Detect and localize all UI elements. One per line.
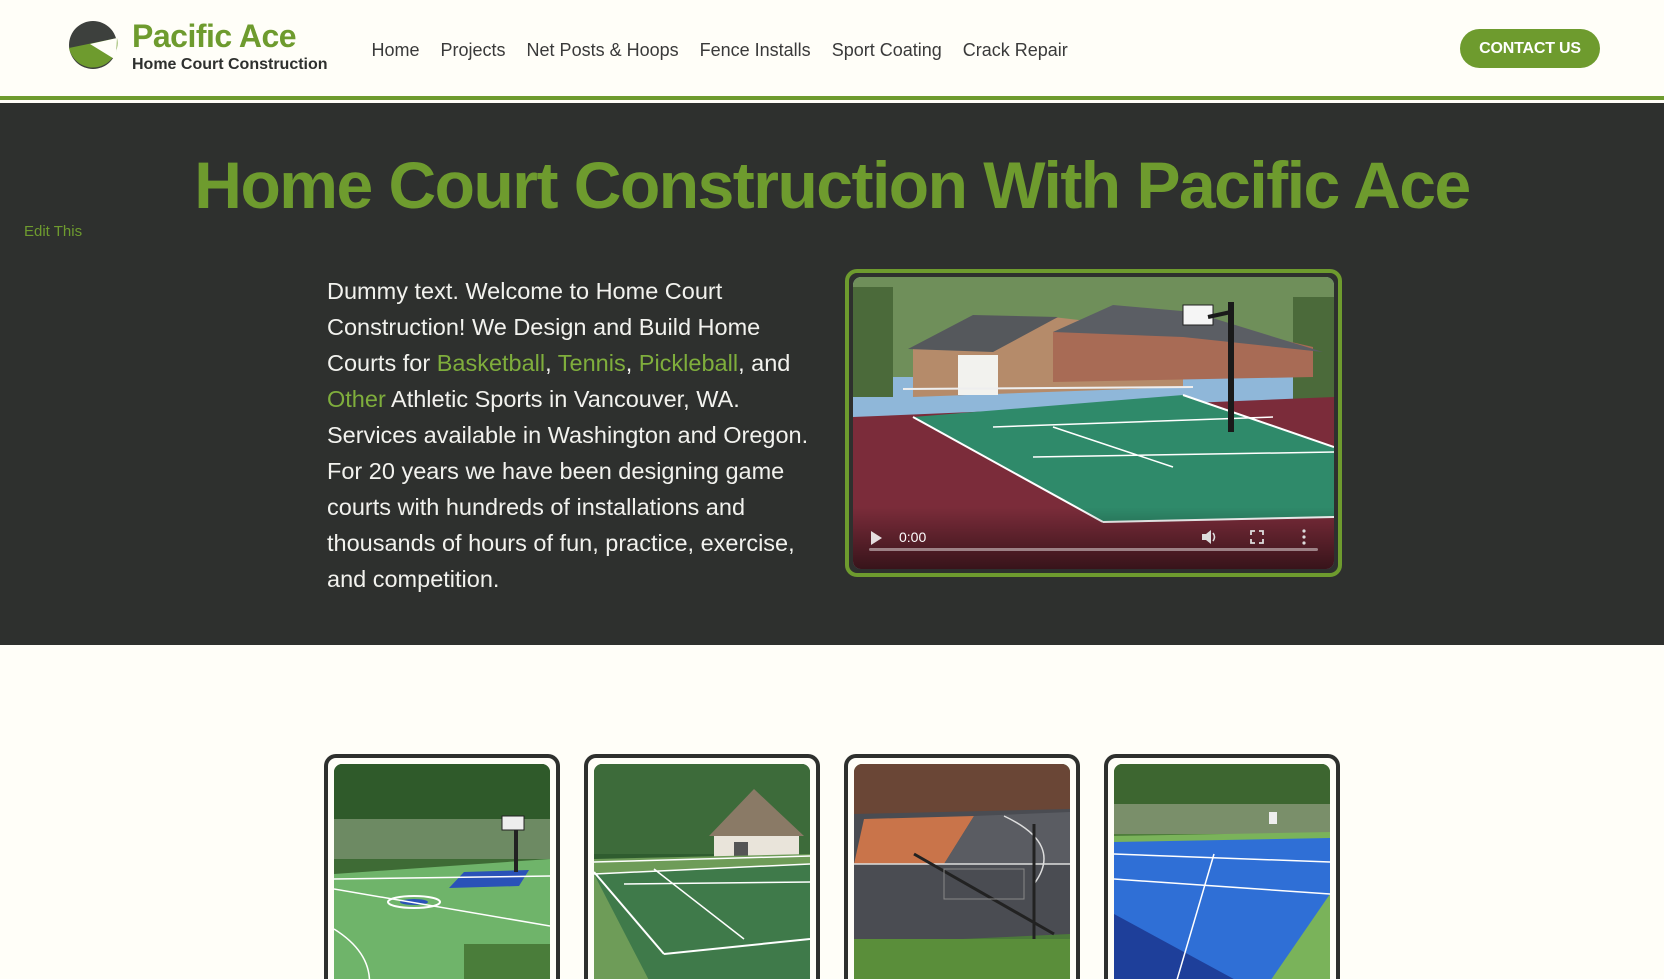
gallery-thumb-sport-court[interactable] xyxy=(844,754,1080,979)
gallery-thumb-tennis[interactable] xyxy=(584,754,820,979)
header-divider xyxy=(0,96,1664,100)
video-controls: 0:00 xyxy=(853,507,1334,569)
basketball-link[interactable]: Basketball xyxy=(437,350,545,376)
nav-item-net-posts-hoops[interactable]: Net Posts & Hoops xyxy=(516,36,689,65)
tennis-court-photo xyxy=(594,764,810,979)
separator: , xyxy=(545,350,558,376)
pickleball-court-photo xyxy=(1114,764,1330,979)
more-vert-icon[interactable] xyxy=(1294,527,1314,547)
brand-tagline: Home Court Construction xyxy=(132,56,328,73)
video-frame: 0:00 xyxy=(845,269,1342,577)
main-nav: Home Projects Net Posts & Hoops Fence In… xyxy=(361,36,1078,65)
fullscreen-icon[interactable] xyxy=(1247,527,1267,547)
other-sports-link[interactable]: Other xyxy=(327,386,386,412)
hero-title: Home Court Construction With Pacific Ace xyxy=(194,148,1471,222)
intro-text-end: Athletic Sports in Vancouver, WA. Servic… xyxy=(327,386,809,592)
nav-item-sport-coating[interactable]: Sport Coating xyxy=(821,36,952,65)
video-progress-bar[interactable] xyxy=(869,548,1318,551)
nav-item-home[interactable]: Home xyxy=(361,36,430,65)
project-gallery xyxy=(324,754,1340,979)
contact-us-button[interactable]: CONTACT US xyxy=(1460,29,1600,68)
gallery-thumb-pickleball[interactable] xyxy=(1104,754,1340,979)
brand-name[interactable]: Pacific Ace xyxy=(132,18,297,55)
edit-this-link[interactable]: Edit This xyxy=(24,223,82,240)
nav-item-fence-installs[interactable]: Fence Installs xyxy=(689,36,821,65)
separator: , xyxy=(625,350,639,376)
nav-item-projects[interactable]: Projects xyxy=(430,36,516,65)
play-icon[interactable] xyxy=(871,531,882,545)
separator: , and xyxy=(738,350,791,376)
hero-section: Home Court Construction With Pacific Ace… xyxy=(0,103,1664,645)
volume-icon[interactable] xyxy=(1199,527,1219,547)
court-video-player[interactable]: 0:00 xyxy=(853,277,1334,569)
tennis-link[interactable]: Tennis xyxy=(558,350,626,376)
nav-item-crack-repair[interactable]: Crack Repair xyxy=(952,36,1078,65)
sport-court-photo xyxy=(854,764,1070,979)
pickleball-link[interactable]: Pickleball xyxy=(639,350,738,376)
site-header: Pacific Ace Home Court Construction Home… xyxy=(0,0,1664,96)
gallery-thumb-basketball[interactable] xyxy=(324,754,560,979)
hero-intro-text: Dummy text. Welcome to Home Court Constr… xyxy=(327,273,817,597)
video-time: 0:00 xyxy=(899,529,927,545)
logo-mark-icon[interactable] xyxy=(68,20,118,70)
basketball-court-photo xyxy=(334,764,550,979)
